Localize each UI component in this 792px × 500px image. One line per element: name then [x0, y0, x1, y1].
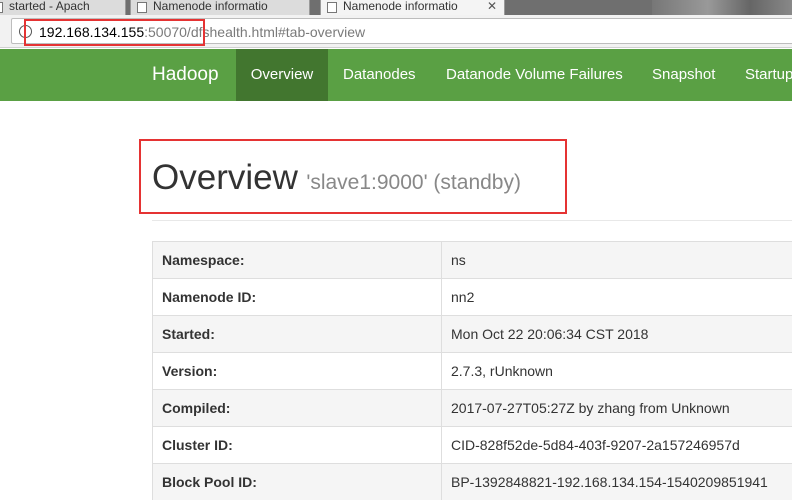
browser-tab-label: started - Apach [9, 0, 90, 13]
browser-tab-3[interactable]: Namenode informatio ✕ [320, 0, 505, 15]
row-value: 2.7.3, rUnknown [441, 352, 792, 390]
heading-divider [152, 220, 792, 221]
navbar-brand[interactable]: Hadoop [152, 49, 219, 101]
nav-item-snapshot[interactable]: Snapshot [652, 49, 715, 101]
nav-item-datanodes[interactable]: Datanodes [343, 49, 416, 101]
row-value: BP-1392848821-192.168.134.154-1540209851… [441, 463, 792, 500]
row-key: Compiled: [152, 389, 442, 427]
table-row: Cluster ID: CID-828f52de-5d84-403f-9207-… [152, 426, 792, 464]
row-value: Mon Oct 22 20:06:34 CST 2018 [441, 315, 792, 353]
table-row: Block Pool ID: BP-1392848821-192.168.134… [152, 463, 792, 500]
table-row: Started: Mon Oct 22 20:06:34 CST 2018 [152, 315, 792, 353]
row-key: Cluster ID: [152, 426, 442, 464]
browser-tab-strip: started - Apach Namenode informatio Name… [0, 0, 792, 15]
url-highlight-box [24, 19, 205, 46]
row-value: 2017-07-27T05:27Z by zhang from Unknown [441, 389, 792, 427]
row-key: Block Pool ID: [152, 463, 442, 500]
table-row: Namespace: ns [152, 241, 792, 279]
navbar: Hadoop Overview Datanodes Datanode Volum… [0, 49, 792, 101]
row-value: ns [441, 241, 792, 279]
table-row: Namenode ID: nn2 [152, 278, 792, 316]
row-value: nn2 [441, 278, 792, 316]
browser-tab-label: Namenode informatio [153, 0, 268, 13]
row-key: Started: [152, 315, 442, 353]
page-icon [327, 2, 337, 13]
nav-item-overview[interactable]: Overview [236, 49, 328, 101]
close-icon[interactable]: ✕ [487, 0, 497, 15]
row-key: Namespace: [152, 241, 442, 279]
table-row: Version: 2.7.3, rUnknown [152, 352, 792, 390]
browser-tab-label: Namenode informatio [343, 0, 458, 13]
browser-tab-1[interactable]: started - Apach [0, 0, 126, 15]
title-highlight-box [139, 139, 567, 214]
page-icon [0, 2, 3, 13]
row-key: Namenode ID: [152, 278, 442, 316]
page-icon [137, 2, 147, 13]
nav-item-datanode-volume-failures[interactable]: Datanode Volume Failures [446, 49, 623, 101]
nav-item-startup[interactable]: Startup [745, 49, 792, 101]
overview-info-table: Namespace: ns Namenode ID: nn2 Started: … [152, 241, 792, 500]
row-value: CID-828f52de-5d84-403f-9207-2a157246957d [441, 426, 792, 464]
table-row: Compiled: 2017-07-27T05:27Z by zhang fro… [152, 389, 792, 427]
row-key: Version: [152, 352, 442, 390]
browser-tab-2[interactable]: Namenode informatio [130, 0, 310, 15]
tabstrip-background [652, 0, 792, 15]
